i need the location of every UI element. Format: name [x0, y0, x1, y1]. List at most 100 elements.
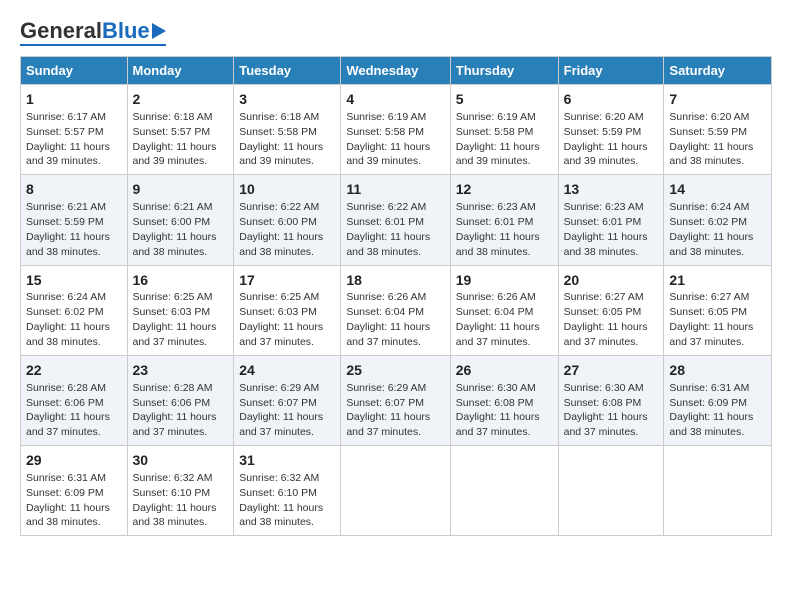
day-number: 5: [456, 90, 553, 109]
calendar-day-cell: 14 Sunrise: 6:24 AMSunset: 6:02 PMDayligh…: [664, 175, 772, 265]
calendar-day-cell: 23 Sunrise: 6:28 AMSunset: 6:06 PMDayligh…: [127, 355, 234, 445]
calendar-day-cell: 19Sunrise: 6:26 AMSunset: 6:04 PMDayligh…: [450, 265, 558, 355]
calendar-day-cell: 16Sunrise: 6:25 AMSunset: 6:03 PMDayligh…: [127, 265, 234, 355]
calendar-table: SundayMondayTuesdayWednesdayThursdayFrid…: [20, 56, 772, 536]
day-number: 30: [133, 451, 229, 470]
calendar-header-row: SundayMondayTuesdayWednesdayThursdayFrid…: [21, 57, 772, 85]
day-number: 1: [26, 90, 122, 109]
day-info: Sunrise: 6:23 AMSunset: 6:01 PMDaylight:…: [456, 201, 540, 258]
calendar-day-cell: 28 Sunrise: 6:31 AMSunset: 6:09 PMDayligh…: [664, 355, 772, 445]
day-info: Sunrise: 6:21 AMSunset: 6:00 PMDaylight:…: [133, 201, 217, 258]
day-info: Sunrise: 6:26 AMSunset: 6:04 PMDaylight:…: [346, 291, 430, 348]
day-number: 29: [26, 451, 122, 470]
day-of-week-header: Thursday: [450, 57, 558, 85]
day-number: 12: [456, 180, 553, 199]
day-number: 24: [239, 361, 335, 380]
calendar-day-cell: 26 Sunrise: 6:30 AMSunset: 6:08 PMDayligh…: [450, 355, 558, 445]
logo-text: GeneralBlue: [20, 20, 150, 42]
day-number: 15: [26, 271, 122, 290]
day-number: 28: [669, 361, 766, 380]
calendar-day-cell: 18Sunrise: 6:26 AMSunset: 6:04 PMDayligh…: [341, 265, 450, 355]
day-info: Sunrise: 6:18 AMSunset: 5:58 PMDaylight:…: [239, 111, 323, 168]
day-number: 20: [564, 271, 659, 290]
day-info: Sunrise: 6:24 AMSunset: 6:02 PMDaylight:…: [26, 291, 110, 348]
day-number: 16: [133, 271, 229, 290]
day-number: 26: [456, 361, 553, 380]
day-info: Sunrise: 6:32 AMSunset: 6:10 PMDaylight:…: [133, 472, 217, 529]
day-number: 6: [564, 90, 659, 109]
calendar-day-cell: 1Sunrise: 6:17 AMSunset: 5:57 PMDaylight…: [21, 85, 128, 175]
calendar-day-cell: 22 Sunrise: 6:28 AMSunset: 6:06 PMDayligh…: [21, 355, 128, 445]
calendar-day-cell: 27Sunrise: 6:30 AMSunset: 6:08 PMDayligh…: [558, 355, 664, 445]
day-of-week-header: Monday: [127, 57, 234, 85]
day-number: 23: [133, 361, 229, 380]
day-info: Sunrise: 6:29 AMSunset: 6:07 PMDaylight:…: [346, 382, 430, 439]
logo-arrow-icon: [152, 23, 166, 39]
calendar-week-row: 15Sunrise: 6:24 AMSunset: 6:02 PMDayligh…: [21, 265, 772, 355]
day-of-week-header: Tuesday: [234, 57, 341, 85]
day-info: Sunrise: 6:32 AMSunset: 6:10 PMDaylight:…: [239, 472, 323, 529]
day-info: Sunrise: 6:23 AMSunset: 6:01 PMDaylight:…: [564, 201, 648, 258]
day-number: 7: [669, 90, 766, 109]
day-info: Sunrise: 6:30 AMSunset: 6:08 PMDaylight:…: [456, 382, 540, 439]
calendar-day-cell: 6 Sunrise: 6:20 AMSunset: 5:59 PMDaylight…: [558, 85, 664, 175]
day-info: Sunrise: 6:22 AMSunset: 6:00 PMDaylight:…: [239, 201, 323, 258]
calendar-day-cell: 8Sunrise: 6:21 AMSunset: 5:59 PMDaylight…: [21, 175, 128, 265]
day-number: 18: [346, 271, 444, 290]
day-of-week-header: Friday: [558, 57, 664, 85]
calendar-day-cell: 2Sunrise: 6:18 AMSunset: 5:57 PMDaylight…: [127, 85, 234, 175]
logo-blue: Blue: [102, 18, 150, 43]
day-info: Sunrise: 6:19 AMSunset: 5:58 PMDaylight:…: [346, 111, 430, 168]
calendar-day-cell: 7 Sunrise: 6:20 AMSunset: 5:59 PMDaylight…: [664, 85, 772, 175]
calendar-day-cell: 5Sunrise: 6:19 AMSunset: 5:58 PMDaylight…: [450, 85, 558, 175]
day-number: 3: [239, 90, 335, 109]
logo-general: General: [20, 18, 102, 43]
calendar-day-cell: 4 Sunrise: 6:19 AMSunset: 5:58 PMDaylight…: [341, 85, 450, 175]
day-number: 8: [26, 180, 122, 199]
calendar-day-cell: 31 Sunrise: 6:32 AMSunset: 6:10 PMDayligh…: [234, 446, 341, 536]
day-number: 14: [669, 180, 766, 199]
day-number: 17: [239, 271, 335, 290]
day-info: Sunrise: 6:28 AMSunset: 6:06 PMDaylight:…: [26, 382, 110, 439]
day-info: Sunrise: 6:24 AMSunset: 6:02 PMDaylight:…: [669, 201, 753, 258]
day-number: 27: [564, 361, 659, 380]
day-of-week-header: Wednesday: [341, 57, 450, 85]
calendar-day-cell: [558, 446, 664, 536]
day-info: Sunrise: 6:29 AMSunset: 6:07 PMDaylight:…: [239, 382, 323, 439]
day-number: 25: [346, 361, 444, 380]
day-number: 10: [239, 180, 335, 199]
calendar-day-cell: 15Sunrise: 6:24 AMSunset: 6:02 PMDayligh…: [21, 265, 128, 355]
calendar-day-cell: 20Sunrise: 6:27 AMSunset: 6:05 PMDayligh…: [558, 265, 664, 355]
day-of-week-header: Sunday: [21, 57, 128, 85]
day-info: Sunrise: 6:20 AMSunset: 5:59 PMDaylight:…: [669, 111, 753, 168]
day-info: Sunrise: 6:27 AMSunset: 6:05 PMDaylight:…: [564, 291, 648, 348]
day-info: Sunrise: 6:25 AMSunset: 6:03 PMDaylight:…: [133, 291, 217, 348]
day-info: Sunrise: 6:22 AMSunset: 6:01 PMDaylight:…: [346, 201, 430, 258]
day-info: Sunrise: 6:26 AMSunset: 6:04 PMDaylight:…: [456, 291, 540, 348]
day-info: Sunrise: 6:27 AMSunset: 6:05 PMDaylight:…: [669, 291, 753, 348]
calendar-day-cell: 12 Sunrise: 6:23 AMSunset: 6:01 PMDayligh…: [450, 175, 558, 265]
calendar-day-cell: 10 Sunrise: 6:22 AMSunset: 6:00 PMDayligh…: [234, 175, 341, 265]
day-number: 22: [26, 361, 122, 380]
day-info: Sunrise: 6:28 AMSunset: 6:06 PMDaylight:…: [133, 382, 217, 439]
calendar-day-cell: 13Sunrise: 6:23 AMSunset: 6:01 PMDayligh…: [558, 175, 664, 265]
day-info: Sunrise: 6:31 AMSunset: 6:09 PMDaylight:…: [669, 382, 753, 439]
day-info: Sunrise: 6:20 AMSunset: 5:59 PMDaylight:…: [564, 111, 648, 168]
calendar-day-cell: 21Sunrise: 6:27 AMSunset: 6:05 PMDayligh…: [664, 265, 772, 355]
calendar-day-cell: [664, 446, 772, 536]
day-info: Sunrise: 6:25 AMSunset: 6:03 PMDaylight:…: [239, 291, 323, 348]
day-number: 19: [456, 271, 553, 290]
calendar-day-cell: 11Sunrise: 6:22 AMSunset: 6:01 PMDayligh…: [341, 175, 450, 265]
day-number: 4: [346, 90, 444, 109]
calendar-day-cell: 17Sunrise: 6:25 AMSunset: 6:03 PMDayligh…: [234, 265, 341, 355]
logo: GeneralBlue: [20, 20, 166, 46]
calendar-day-cell: 25 Sunrise: 6:29 AMSunset: 6:07 PMDayligh…: [341, 355, 450, 445]
calendar-day-cell: 24 Sunrise: 6:29 AMSunset: 6:07 PMDayligh…: [234, 355, 341, 445]
calendar-day-cell: 29 Sunrise: 6:31 AMSunset: 6:09 PMDayligh…: [21, 446, 128, 536]
calendar-day-cell: 9Sunrise: 6:21 AMSunset: 6:00 PMDaylight…: [127, 175, 234, 265]
day-number: 31: [239, 451, 335, 470]
calendar-day-cell: [450, 446, 558, 536]
calendar-week-row: 8Sunrise: 6:21 AMSunset: 5:59 PMDaylight…: [21, 175, 772, 265]
day-info: Sunrise: 6:31 AMSunset: 6:09 PMDaylight:…: [26, 472, 110, 529]
day-info: Sunrise: 6:18 AMSunset: 5:57 PMDaylight:…: [133, 111, 217, 168]
